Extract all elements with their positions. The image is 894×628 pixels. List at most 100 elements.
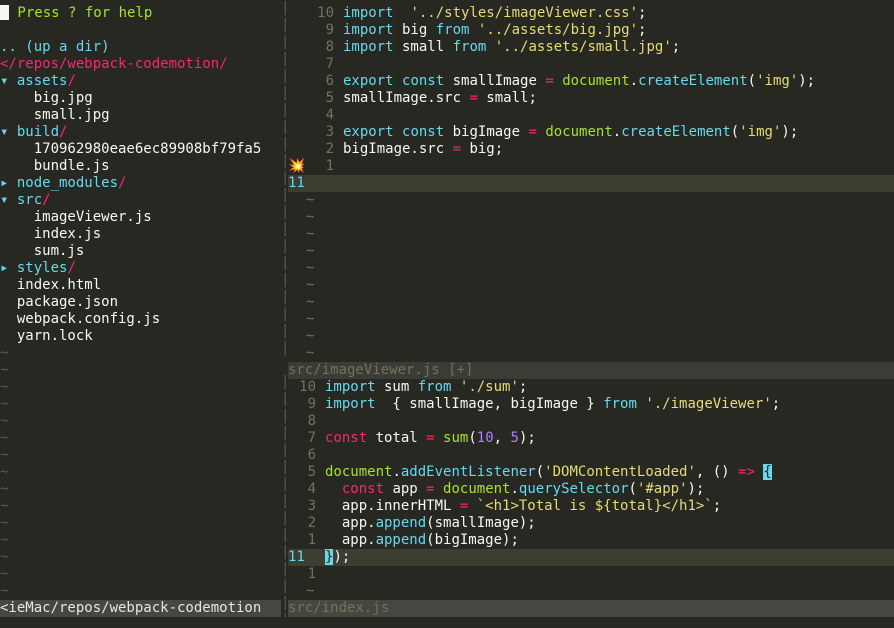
line-number: 9 xyxy=(307,396,316,412)
code-line[interactable]: 2 app.append(smallImage); xyxy=(288,515,894,532)
code-line[interactable]: 2 bigImage.src = big; xyxy=(288,141,894,158)
code-token: 'DOMContentLoaded' xyxy=(544,464,696,480)
code-token: ( xyxy=(628,481,637,497)
split-char: | xyxy=(281,34,288,50)
expand-arrow-icon[interactable]: ▾ xyxy=(0,192,17,208)
code-line[interactable]: 8 xyxy=(288,413,894,430)
tree-file-item[interactable]: index.html xyxy=(0,277,281,294)
split-char: | xyxy=(281,238,288,254)
split-char: | xyxy=(281,272,288,288)
code-line[interactable]: 4 xyxy=(288,107,894,124)
split-char: | xyxy=(281,527,288,543)
code-token: app. xyxy=(325,515,376,531)
tilde-marker: ~ xyxy=(306,192,315,208)
statusline-index: src/index.js xyxy=(288,600,894,617)
tree-file-item[interactable]: sum.js xyxy=(0,243,281,260)
split-char: | xyxy=(281,340,288,356)
code-token: ); xyxy=(798,73,816,89)
empty-line-marker: ~ xyxy=(0,362,9,378)
tree-file-item[interactable]: big.jpg xyxy=(0,90,281,107)
line-number: 11 xyxy=(288,549,305,565)
code-token: '../assets/big.jpg' xyxy=(477,22,639,38)
tree-file-item[interactable]: package.json xyxy=(0,294,281,311)
empty-line-marker: ~ xyxy=(0,396,9,412)
tree-file-item[interactable]: webpack.config.js xyxy=(0,311,281,328)
split-char: | xyxy=(281,119,288,135)
code-line[interactable]: 3 app.innerHTML = `<h1>Total is ${total}… xyxy=(288,498,894,515)
tree-up-dir[interactable]: .. (up a dir) xyxy=(0,39,281,56)
code-token: ( xyxy=(535,464,545,480)
editor-window-index[interactable]: 10 import sum from './sum'; 9 import { smal… xyxy=(288,379,894,600)
code-line[interactable]: 5 smallImage.src = small; xyxy=(288,90,894,107)
tree-dir-name: build xyxy=(16,124,60,140)
command-line[interactable] xyxy=(0,617,894,628)
expand-arrow-icon[interactable]: ▸ xyxy=(0,260,17,276)
code-token: append xyxy=(375,515,427,531)
tilde-marker: ~ xyxy=(306,260,315,276)
line-number: 8 xyxy=(307,413,316,429)
code-token: import xyxy=(325,396,376,412)
line-number: 6 xyxy=(307,447,316,463)
code-token: addEventListener xyxy=(400,464,536,480)
tree-help-text: Press ? for help xyxy=(9,5,153,21)
expand-arrow-icon[interactable]: ▾ xyxy=(0,124,17,140)
tree-file-name: 170962980eae6ec89908bf79fa5 xyxy=(0,141,262,157)
code-token: . xyxy=(612,124,622,140)
tree-dir-item[interactable]: ▾ assets/ xyxy=(0,73,281,90)
code-line[interactable]: 9 import { smallImage, bigImage } from '.… xyxy=(288,396,894,413)
tree-dir-item[interactable]: ▸ styles/ xyxy=(0,260,281,277)
code-line[interactable]: 3 export const bigImage = document.create… xyxy=(288,124,894,141)
code-line[interactable]: 7 xyxy=(288,56,894,73)
tree-dir-item[interactable]: ▾ build/ xyxy=(0,124,281,141)
code-line[interactable]: 6 xyxy=(288,447,894,464)
code-token: `<h1>Total is ${total}</h1>` xyxy=(476,498,713,514)
code-token: bigImage xyxy=(444,124,529,140)
code-line[interactable]: 6 export const smallImage = document.crea… xyxy=(288,73,894,90)
split-char: | xyxy=(281,204,288,220)
expand-arrow-icon[interactable]: ▾ xyxy=(0,73,17,89)
line-number: 2 xyxy=(307,515,316,531)
code-token: querySelector xyxy=(518,481,629,497)
tree-dir-item[interactable]: ▸ node_modules/ xyxy=(0,175,281,192)
tree-file-item[interactable]: bundle.js xyxy=(0,158,281,175)
tree-dir-item[interactable]: ▾ src/ xyxy=(0,192,281,209)
tree-file-item[interactable]: yarn.lock xyxy=(0,328,281,345)
code-line[interactable]: 8 import small from '../assets/small.jpg'… xyxy=(288,39,894,56)
code-line[interactable]: 💥 1 xyxy=(288,158,894,175)
tree-root-path[interactable]: </repos/webpack-codemotion/ xyxy=(0,56,281,73)
line-number: 4 xyxy=(325,107,334,123)
code-token: = xyxy=(426,481,435,497)
code-line[interactable]: 9 import big from '../assets/big.jpg'; xyxy=(288,22,894,39)
code-line[interactable]: 10 import sum from './sum'; xyxy=(288,379,894,396)
current-line[interactable]: 11}); xyxy=(288,549,894,566)
code-line[interactable]: 5 document.addEventListener('DOMContentLo… xyxy=(288,464,894,481)
code-line[interactable]: 1 app.append(bigImage); xyxy=(288,532,894,549)
code-line[interactable]: 7 const total = sum(10, 5); xyxy=(288,430,894,447)
split-char: | xyxy=(281,136,288,152)
code-line[interactable]: 4 const app = document.querySelector('#a… xyxy=(288,481,894,498)
code-token: append xyxy=(375,532,427,548)
code-token: const xyxy=(402,73,445,89)
editor-window-imageviewer[interactable]: 10 import '../styles/imageViewer.css'; 9 im… xyxy=(288,5,894,362)
code-token: sum xyxy=(375,379,418,395)
code-token: ( xyxy=(747,73,757,89)
expand-arrow-icon[interactable]: ▸ xyxy=(0,175,17,191)
line-number: 10 xyxy=(299,379,316,395)
tree-file-item[interactable]: index.js xyxy=(0,226,281,243)
tree-file-item[interactable]: imageViewer.js xyxy=(0,209,281,226)
code-token: 'img' xyxy=(739,124,782,140)
code-token: document xyxy=(325,464,393,480)
code-line[interactable]: 10 import '../styles/imageViewer.css'; xyxy=(288,5,894,22)
file-tree-panel[interactable]: Press ? for help .. (up a dir) </repos/w… xyxy=(0,0,281,600)
vertical-split-border[interactable]: |||||||||||||||||||||||||||||||||||| xyxy=(281,0,288,617)
tree-file-item[interactable]: 170962980eae6ec89908bf79fa5 xyxy=(0,141,281,158)
line-number: 4 xyxy=(307,481,316,497)
tilde-marker: ~ xyxy=(306,209,315,225)
current-line[interactable]: 11 xyxy=(288,175,894,192)
code-token: ; xyxy=(712,498,722,514)
tree-file-item[interactable]: small.jpg xyxy=(0,107,281,124)
split-char: | xyxy=(281,578,288,594)
code-token: app xyxy=(384,481,427,497)
code-line[interactable]: 1 xyxy=(288,566,894,583)
